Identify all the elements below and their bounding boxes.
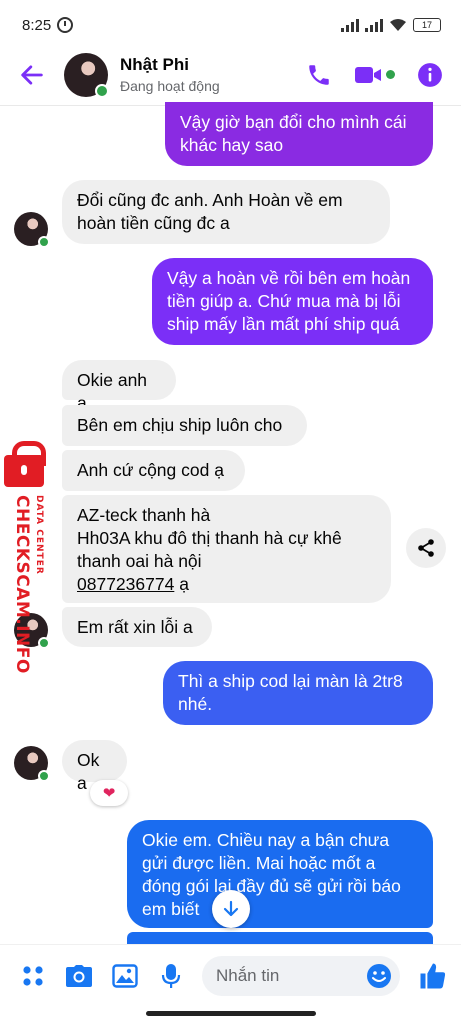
message-outgoing[interactable]: Thì a ship cod lại màn là 2tr8 nhé.: [163, 661, 433, 725]
home-indicator[interactable]: [146, 1011, 316, 1016]
chat-header: Nhật Phi Đang hoạt động: [0, 44, 461, 106]
video-camera-icon: [355, 66, 381, 83]
address-line: thanh oai hà nội: [77, 551, 202, 571]
video-active-dot: [386, 70, 395, 79]
status-icons: 17: [341, 18, 441, 32]
contact-name: Nhật Phi: [120, 55, 189, 74]
signal-icon: [341, 18, 359, 32]
header-actions: [306, 62, 443, 88]
heart-icon: ❤: [102, 785, 116, 802]
message-text: Vậy a hoàn về rồi bên em hoàn tiền giúp …: [167, 268, 411, 334]
watermark-text: DATA CENTER CHECKSCAM.INFO: [12, 495, 44, 675]
online-indicator: [38, 770, 50, 782]
message-text: Okie em. Chiều nay a bận chưa gửi được l…: [142, 830, 401, 919]
voice-button[interactable]: [154, 959, 188, 993]
arrow-left-icon[interactable]: [18, 61, 46, 89]
message-text: Anh cứ cộng cod ạ: [77, 460, 224, 480]
online-indicator: [38, 236, 50, 248]
address-line: AZ-teck thanh hà: [77, 505, 211, 525]
gallery-button[interactable]: [108, 959, 142, 993]
scroll-to-bottom-button[interactable]: [212, 890, 250, 928]
watermark: DATA CENTER CHECKSCAM.INFO: [2, 441, 48, 675]
battery-icon: 17: [413, 18, 441, 32]
heart-reaction[interactable]: ❤: [90, 780, 128, 806]
camera-button[interactable]: [62, 959, 96, 993]
menu-grid-button[interactable]: [16, 959, 50, 993]
arrow-down-icon: [223, 900, 239, 917]
phone-icon[interactable]: [306, 62, 332, 88]
online-indicator: [95, 83, 109, 98]
battery-level: 17: [421, 20, 432, 30]
sender-avatar[interactable]: [14, 746, 50, 782]
message-text: Em rất xin lỗi a: [77, 617, 193, 637]
grid-dots-icon: [23, 965, 43, 986]
status-bar: 8:25 17: [0, 0, 461, 50]
message-outgoing[interactable]: Vậy giờ bạn đổi cho mình cái khác hay sa…: [165, 102, 433, 166]
emoji-icon[interactable]: [366, 963, 392, 989]
contact-status: Đang hoạt động: [120, 78, 220, 94]
message-incoming[interactable]: Ok a: [62, 740, 127, 793]
message-incoming[interactable]: Em rất xin lỗi a: [62, 607, 212, 647]
message-input-wrapper: [202, 955, 400, 996]
composer-bar: [0, 944, 461, 1006]
message-text: Đổi cũng đc anh. Anh Hoàn về em hoàn tiề…: [77, 190, 343, 233]
address-line: Hh03A khu đô thị thanh hà cự khê: [77, 528, 342, 548]
lock-icon: [4, 441, 46, 487]
message-text: Bên em chịu ship luôn cho: [77, 415, 283, 435]
message-incoming[interactable]: Bên em chịu ship luôn cho: [62, 405, 307, 446]
contact-avatar[interactable]: [64, 52, 109, 98]
watermark-subtitle: DATA CENTER: [34, 495, 44, 575]
alarm-icon: [57, 17, 74, 33]
message-incoming[interactable]: AZ-teck thanh hà Hh03A khu đô thị thanh …: [62, 495, 391, 603]
wifi-icon: [390, 19, 406, 31]
status-time: 8:25: [22, 16, 52, 34]
message-text: Vậy giờ bạn đổi cho mình cái khác hay sa…: [180, 112, 407, 155]
sender-avatar[interactable]: [14, 212, 50, 248]
camera-icon: [66, 964, 92, 987]
watermark-title: CHECKSCAM.INFO: [12, 495, 32, 674]
message-incoming[interactable]: Anh cứ cộng cod ạ: [62, 450, 245, 491]
thumbs-up-icon[interactable]: [418, 961, 448, 991]
share-icon: [418, 539, 434, 557]
message-incoming[interactable]: Đổi cũng đc anh. Anh Hoàn về em hoàn tiề…: [62, 180, 390, 244]
share-button[interactable]: [406, 528, 446, 568]
signal-icon-2: [365, 18, 383, 32]
message-text-suffix: ạ: [174, 574, 189, 594]
image-icon: [112, 963, 138, 988]
info-icon[interactable]: [417, 62, 443, 88]
phone-number-link[interactable]: 0877236774: [77, 574, 174, 594]
microphone-icon: [161, 963, 181, 988]
video-call-button[interactable]: [354, 64, 395, 86]
message-text: Thì a ship cod lại màn là 2tr8 nhé.: [178, 671, 403, 714]
message-input[interactable]: [216, 965, 356, 986]
contact-info[interactable]: Nhật Phi Đang hoạt động: [120, 55, 220, 94]
message-incoming[interactable]: Okie anh ạ: [62, 360, 176, 413]
message-outgoing[interactable]: Okie em. Chiều nay a bận chưa gửi được l…: [127, 820, 433, 928]
message-outgoing[interactable]: Vậy a hoàn về rồi bên em hoàn tiền giúp …: [152, 258, 433, 345]
